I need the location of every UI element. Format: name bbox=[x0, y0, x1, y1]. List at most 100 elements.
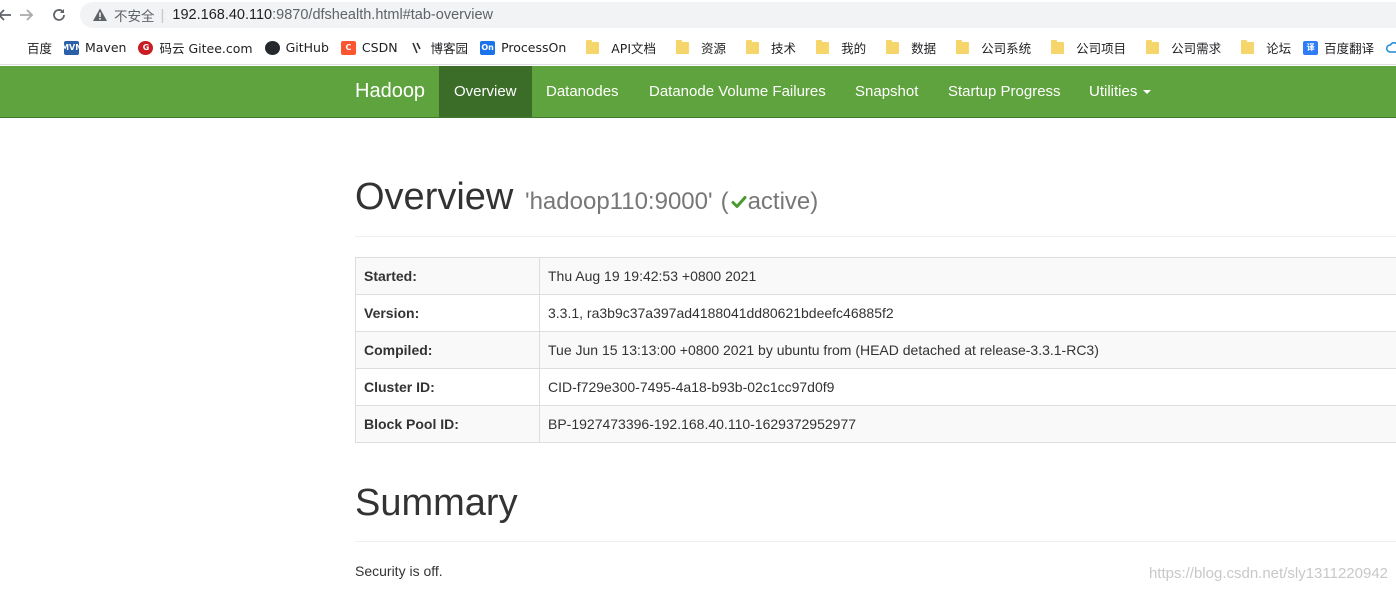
address-bar[interactable]: 不安全 | 192.168.40.110:9870/dfshealth.html… bbox=[80, 2, 1396, 28]
cnblogs-icon bbox=[410, 41, 425, 55]
tab-label: Overview bbox=[454, 83, 517, 100]
bookmark-item[interactable]: 技术 bbox=[732, 36, 802, 60]
folder-icon bbox=[886, 39, 900, 54]
row-key: Block Pool ID: bbox=[355, 405, 540, 443]
row-value: Thu Aug 19 19:42:53 +0800 2021 bbox=[539, 257, 1396, 295]
caret-down-icon bbox=[1143, 89, 1152, 94]
bookmark-label: GitHub bbox=[285, 40, 329, 55]
url-path: :9870/dfshealth.html#tab-overview bbox=[272, 7, 493, 23]
bookmark-item[interactable]: G 码云 Gitee.com bbox=[132, 36, 258, 60]
bookmark-item[interactable]: 我的 bbox=[802, 36, 872, 60]
status-paren-close: ) bbox=[810, 188, 819, 215]
github-icon bbox=[264, 40, 280, 55]
bookmark-label: API文档 bbox=[611, 41, 657, 56]
tab-label: Datanodes bbox=[546, 83, 619, 100]
bookmark-item[interactable]: On ProcessOn bbox=[474, 36, 572, 60]
bookmark-label: 资源 bbox=[701, 41, 727, 56]
csdn-icon: C bbox=[340, 40, 356, 55]
bookmark-item[interactable]: 论坛 bbox=[1227, 36, 1297, 60]
bookmark-item[interactable]: 公司项目 bbox=[1037, 36, 1132, 60]
bookmark-item[interactable]: 百度 bbox=[0, 36, 58, 60]
bookmark-label: 码云 Gitee.com bbox=[159, 41, 253, 56]
bookmark-label: 论坛 bbox=[1266, 41, 1292, 56]
folder-icon bbox=[1051, 39, 1065, 54]
table-row: Version: 3.3.1, ra3b9c37a397ad4188041dd8… bbox=[355, 294, 1396, 332]
bookmark-label: 技术 bbox=[771, 41, 797, 56]
folder-icon bbox=[1146, 39, 1160, 54]
navbar: Hadoop Overview Datanodes Datanode Volum… bbox=[0, 66, 1396, 118]
bookmark-item[interactable]: 即时通 bbox=[1380, 36, 1396, 60]
tab-snapshot[interactable]: Snapshot bbox=[840, 66, 933, 117]
folder-icon bbox=[586, 39, 600, 54]
summary-header: Summary bbox=[355, 474, 1396, 542]
processon-icon: On bbox=[480, 40, 496, 55]
bookmark-item[interactable]: API文档 bbox=[572, 36, 662, 60]
bookmark-label: Maven bbox=[85, 40, 127, 55]
browser-toolbar: 不安全 | 192.168.40.110:9870/dfshealth.html… bbox=[0, 0, 1396, 31]
navbar-brand[interactable]: Hadoop bbox=[355, 66, 425, 117]
cloud-icon bbox=[1386, 41, 1396, 55]
tab-label: Snapshot bbox=[855, 83, 919, 100]
bookmark-item[interactable]: 博客园 bbox=[404, 36, 475, 60]
watermark: https://blog.csdn.net/sly1311220942 bbox=[1148, 565, 1388, 582]
tab-datanodes[interactable]: Datanodes bbox=[531, 66, 634, 117]
bookmark-item[interactable]: C CSDN bbox=[335, 36, 404, 60]
overview-header: Overview 'hadoop110:9000' ( active ) bbox=[355, 168, 1396, 237]
status-paren-open: ( bbox=[720, 188, 729, 215]
bookmark-label: CSDN bbox=[361, 40, 398, 55]
row-key: Compiled: bbox=[355, 331, 540, 369]
bookmark-item[interactable]: 公司需求 bbox=[1132, 36, 1227, 60]
folder-icon bbox=[746, 39, 760, 54]
back-arrow-icon[interactable] bbox=[0, 5, 14, 25]
bookmark-label: 博客园 bbox=[430, 41, 469, 56]
tab-label: Startup Progress bbox=[948, 83, 1061, 100]
table-row: Block Pool ID: BP-1927473396-192.168.40.… bbox=[355, 405, 1396, 443]
reload-icon[interactable] bbox=[49, 5, 69, 25]
folder-icon bbox=[956, 39, 970, 54]
namenode-status: active bbox=[747, 188, 811, 215]
folder-icon bbox=[1241, 39, 1255, 54]
namenode-subtitle: 'hadoop110:9000' ( active ) bbox=[525, 188, 818, 216]
bookmark-item[interactable]: 译百度翻译 bbox=[1297, 36, 1380, 60]
summary-title: Summary bbox=[355, 482, 518, 524]
bookmarks-bar: 百度 MVN Maven G 码云 Gitee.com GitHub C CSDN 博客园 On P… bbox=[0, 31, 1396, 65]
bookmark-label: 百度翻译 bbox=[1324, 41, 1375, 56]
translate-icon: 译 bbox=[1303, 40, 1319, 55]
folder-icon bbox=[676, 39, 690, 54]
security-status: Security is off. bbox=[355, 563, 443, 579]
bookmark-label: 公司系统 bbox=[981, 41, 1032, 56]
baidu-icon bbox=[6, 41, 21, 55]
bookmark-label: ProcessOn bbox=[501, 40, 567, 55]
bookmark-item[interactable]: MVN Maven bbox=[58, 36, 132, 60]
url-host: 192.168.40.110 bbox=[172, 7, 273, 23]
check-icon bbox=[731, 196, 747, 208]
bookmark-label: 我的 bbox=[841, 41, 867, 56]
row-key: Version: bbox=[355, 294, 540, 332]
bookmark-item[interactable]: 资源 bbox=[662, 36, 732, 60]
row-key: Cluster ID: bbox=[355, 368, 540, 406]
maven-icon: MVN bbox=[61, 40, 82, 55]
bookmark-label: 百度 bbox=[27, 41, 53, 56]
table-row: Started: Thu Aug 19 19:42:53 +0800 2021 bbox=[355, 257, 1396, 295]
tab-overview[interactable]: Overview bbox=[439, 66, 532, 117]
tab-startup-progress[interactable]: Startup Progress bbox=[933, 66, 1076, 117]
row-key: Started: bbox=[355, 257, 540, 295]
overview-table: Started: Thu Aug 19 19:42:53 +0800 2021 … bbox=[355, 257, 1396, 443]
bookmark-item[interactable]: 公司系统 bbox=[942, 36, 1037, 60]
address-separator: | bbox=[160, 6, 165, 24]
bookmark-item[interactable]: 数据 bbox=[872, 36, 942, 60]
gitee-icon: G bbox=[138, 40, 154, 55]
row-value: Tue Jun 15 13:13:00 +0800 2021 by ubuntu… bbox=[539, 331, 1396, 369]
tab-label: Datanode Volume Failures bbox=[649, 83, 826, 100]
warning-triangle-icon bbox=[93, 8, 107, 21]
row-value: 3.3.1, ra3b9c37a397ad4188041dd80621bdeef… bbox=[539, 294, 1396, 332]
row-value: CID-f729e300-7495-4a18-b93b-02c1cc97d0f9 bbox=[539, 368, 1396, 406]
row-value: BP-1927473396-192.168.40.110-16293729529… bbox=[539, 405, 1396, 443]
bookmark-label: 数据 bbox=[911, 41, 937, 56]
forward-arrow-icon[interactable] bbox=[17, 5, 37, 25]
bookmark-label: 公司需求 bbox=[1171, 41, 1222, 56]
tab-utilities-dropdown[interactable]: Utilities bbox=[1074, 66, 1166, 117]
tab-datanode-volume-failures[interactable]: Datanode Volume Failures bbox=[634, 66, 841, 117]
bookmark-item[interactable]: GitHub bbox=[259, 36, 335, 60]
table-row: Cluster ID: CID-f729e300-7495-4a18-b93b-… bbox=[355, 368, 1396, 406]
